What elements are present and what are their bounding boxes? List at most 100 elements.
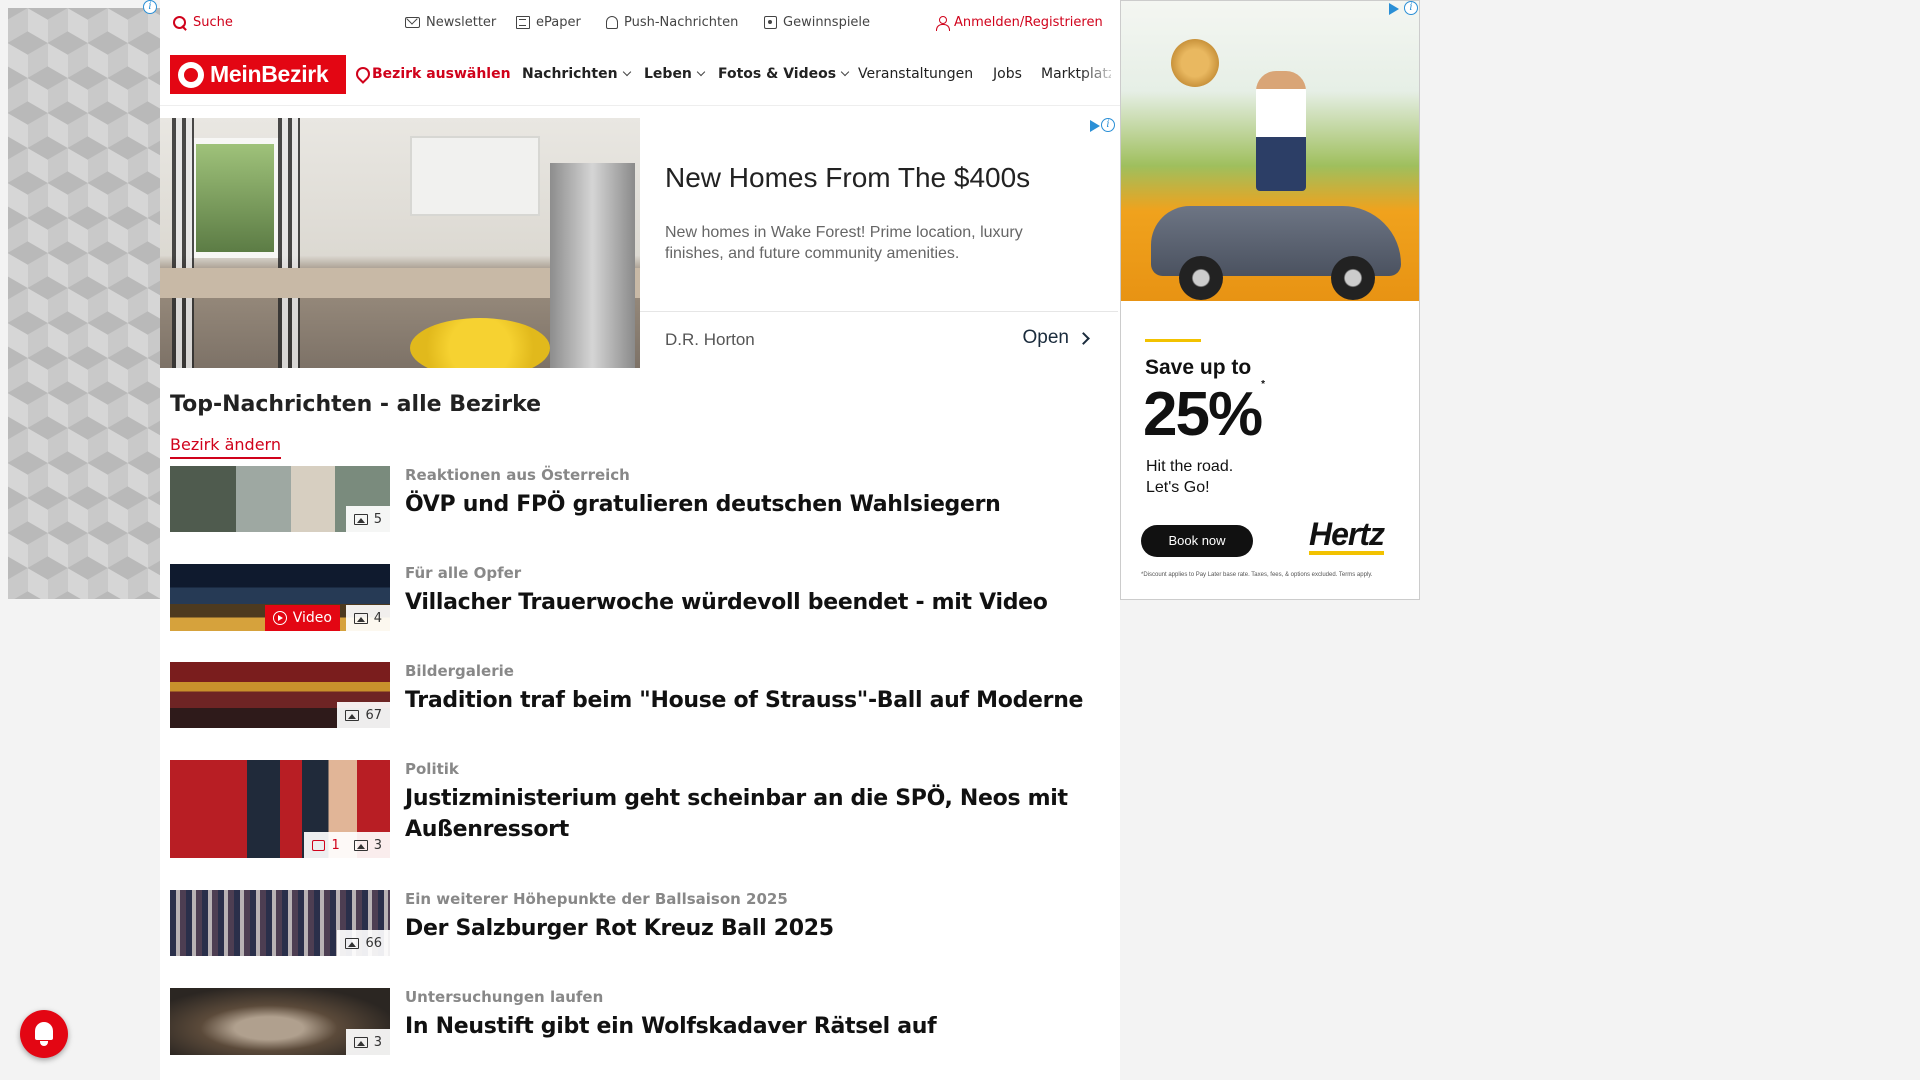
games-link[interactable]: Gewinnspiele <box>764 15 870 30</box>
ad-tagline-line1: Hit the road. <box>1146 458 1234 475</box>
bell-icon <box>606 16 618 29</box>
nav-leben[interactable]: Leben <box>644 66 706 82</box>
image-count-badge: 5 <box>345 506 390 532</box>
image-count-badge: 66 <box>337 930 390 956</box>
notification-bell-button[interactable] <box>20 1010 68 1058</box>
ad-title[interactable]: New Homes From The $400s <box>665 162 1030 194</box>
image-count: 3 <box>373 837 382 853</box>
nav-label: Leben <box>644 66 692 82</box>
location-pin-icon <box>356 67 368 82</box>
ad-image <box>160 118 640 368</box>
newspaper-icon <box>516 16 530 29</box>
article-headline[interactable]: ÖVP und FPÖ gratulieren deutschen Wahlsi… <box>405 489 1085 520</box>
article-thumbnail[interactable]: 3 <box>170 988 390 1055</box>
image-icon <box>353 513 368 525</box>
ad-play-icon[interactable] <box>1389 3 1399 15</box>
article-thumbnail[interactable]: 1 3 <box>170 760 390 858</box>
prize-icon <box>764 16 777 29</box>
newsletter-label: Newsletter <box>426 15 497 30</box>
search-link[interactable]: Suche <box>173 15 233 30</box>
ad-tagline: Hit the road. Let's Go! <box>1146 456 1233 498</box>
image-count-badge: 3 <box>345 1029 390 1055</box>
mail-icon <box>405 17 420 28</box>
logo-mark-icon <box>178 61 204 88</box>
article-thumbnail[interactable]: 66 <box>170 890 390 956</box>
push-link[interactable]: Push-Nachrichten <box>606 15 738 30</box>
top-utility-bar: Suche Newsletter ePaper Push-Nachrichten… <box>160 0 1120 46</box>
ad-footer: D.R. Horton Open <box>640 311 1118 368</box>
article-kicker: Reaktionen aus Österreich <box>405 466 630 484</box>
left-skin-ad[interactable] <box>8 8 160 599</box>
article-headline[interactable]: Tradition traf beim "House of Strauss"-B… <box>405 685 1085 716</box>
user-icon <box>936 15 950 31</box>
article-thumbnail[interactable]: 5 <box>170 466 390 532</box>
logo-text: MeinBezirk <box>210 61 329 87</box>
nav-fotos-videos[interactable]: Fotos & Videos <box>718 66 850 82</box>
article-headline[interactable]: Der Salzburger Rot Kreuz Ball 2025 <box>405 913 1085 944</box>
district-selector[interactable]: Bezirk auswählen <box>356 66 511 82</box>
article-kicker: Politik <box>405 760 459 778</box>
newsletter-link[interactable]: Newsletter <box>405 15 496 30</box>
play-icon <box>272 611 287 625</box>
media-count-badge: 1 3 <box>304 832 390 858</box>
nav-nachrichten[interactable]: Nachrichten <box>522 66 631 82</box>
ad-percent-value: 25% <box>1143 380 1263 449</box>
native-ad[interactable]: New Homes From The $400s New homes in Wa… <box>160 118 1118 368</box>
image-count: 3 <box>373 1034 382 1050</box>
article-headline[interactable]: Villacher Trauerwoche würdevoll beendet … <box>405 587 1085 618</box>
article-card[interactable]: 66 Ein weiterer Höhepunkte der Ballsaiso… <box>170 890 1100 958</box>
ad-percent: 25%* <box>1143 379 1265 450</box>
article-card[interactable]: Video 4 Für alle Opfer Villacher Trauerw… <box>170 564 1100 632</box>
article-thumbnail[interactable]: 67 <box>170 662 390 728</box>
chevron-right-icon <box>1077 331 1090 345</box>
article-kicker: Für alle Opfer <box>405 564 522 582</box>
video-label: Video <box>292 610 332 626</box>
change-district-link[interactable]: Bezirk ändern <box>170 435 281 459</box>
nav-label: Veranstaltungen <box>858 66 974 82</box>
image-icon <box>345 709 360 721</box>
login-label: Anmelden/Registrieren <box>954 15 1103 30</box>
article-thumbnail[interactable]: Video 4 <box>170 564 390 631</box>
site-logo[interactable]: MeinBezirk <box>170 55 346 94</box>
article-kicker: Bildergalerie <box>405 662 514 680</box>
ad-description: New homes in Wake Forest! Prime location… <box>665 224 1023 262</box>
search-label: Suche <box>193 15 233 30</box>
hertz-display-ad[interactable]: Save up to 25%* Hit the road. Let's Go! … <box>1120 0 1420 600</box>
hertz-logo: Hertz <box>1309 517 1385 555</box>
ad-choices-icon[interactable]: i <box>143 0 157 14</box>
article-card[interactable]: 1 3 Politik Justizministerium geht schei… <box>170 760 1100 860</box>
image-count: 4 <box>373 610 382 626</box>
comment-icon <box>312 839 326 851</box>
article-card[interactable]: 3 Untersuchungen laufen In Neustift gibt… <box>170 988 1100 1056</box>
article-headline[interactable]: In Neustift gibt ein Wolfskadaver Rätsel… <box>405 1011 1085 1042</box>
login-link[interactable]: Anmelden/Registrieren <box>936 15 1103 31</box>
chevron-down-icon <box>840 67 850 77</box>
epaper-link[interactable]: ePaper <box>516 15 581 30</box>
image-icon <box>353 839 368 851</box>
nav-jobs[interactable]: Jobs <box>993 66 1022 82</box>
section-title: Top-Nachrichten - alle Bezirke <box>170 392 542 417</box>
nav-label: Jobs <box>993 66 1022 82</box>
article-kicker: Ein weiterer Höhepunkte der Ballsaison 2… <box>405 890 788 908</box>
ad-choices-icon[interactable]: i <box>1404 1 1418 15</box>
image-count: 5 <box>373 511 382 527</box>
ad-open-label: Open <box>1022 327 1069 348</box>
ad-save-text: Save up to <box>1145 356 1252 379</box>
image-icon <box>353 612 368 624</box>
epaper-label: ePaper <box>536 15 581 30</box>
ad-copy: New Homes From The $400s New homes in Wa… <box>640 118 1118 368</box>
ad-fine-print: *Discount applies to Pay Later base rate… <box>1141 572 1373 578</box>
ad-play-icon[interactable] <box>1090 120 1100 132</box>
image-count-badge: 4 <box>345 605 390 631</box>
ad-open-button[interactable]: Open <box>1022 327 1090 349</box>
chevron-down-icon <box>622 67 631 77</box>
image-count: 67 <box>365 707 382 723</box>
image-icon <box>353 1036 368 1048</box>
article-card[interactable]: 5 Reaktionen aus Österreich ÖVP und FPÖ … <box>170 466 1100 534</box>
image-count-badge: 67 <box>337 702 390 728</box>
article-headline[interactable]: Justizministerium geht scheinbar an die … <box>405 783 1085 845</box>
ad-choices-icon[interactable]: i <box>1101 118 1115 132</box>
article-card[interactable]: 67 Bildergalerie Tradition traf beim "Ho… <box>170 662 1100 730</box>
nav-veranstaltungen[interactable]: Veranstaltungen <box>858 66 973 82</box>
book-now-button[interactable]: Book now <box>1141 525 1253 557</box>
